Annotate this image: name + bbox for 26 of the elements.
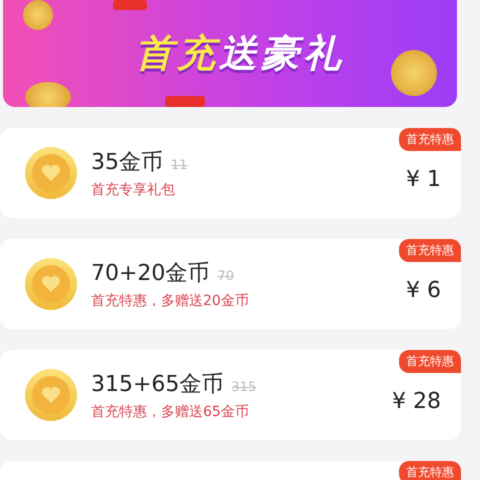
promo-tag: 首充特惠 [399, 239, 461, 262]
package-subtitle: 首充特惠，多赠送20金币 [91, 292, 250, 310]
original-price: 11 [171, 158, 188, 173]
promo-tag: 首充特惠 [399, 461, 461, 480]
package-title: 70+20金币 [91, 260, 210, 288]
coin-icon [23, 0, 53, 30]
promo-tag: 首充特惠 [399, 350, 461, 373]
package-card[interactable]: 首充特惠 315+65金币 315 首充特惠，多赠送65金币 ¥ 28 [0, 350, 461, 440]
coin-icon [391, 50, 437, 96]
promo-tag: 首充特惠 [399, 128, 461, 151]
original-price: 70 [217, 269, 234, 284]
banner-title: 首充送豪礼 [134, 30, 345, 77]
package-title: 35金币 [91, 149, 163, 177]
original-price: 315 [231, 380, 256, 395]
coin-icon [25, 82, 71, 107]
envelope-icon [165, 96, 205, 107]
package-card[interactable]: 首充特惠 70+20金币 70 首充特惠，多赠送20金币 ¥ 6 [0, 239, 461, 329]
package-subtitle: 首充专享礼包 [91, 181, 176, 199]
price: ¥ 1 [406, 166, 441, 192]
package-card[interactable]: 首充特惠 35金币 11 首充专享礼包 ¥ 1 [0, 128, 461, 218]
package-title: 315+65金币 [91, 371, 224, 399]
price: ¥ 28 [392, 388, 441, 414]
package-card[interactable]: 首充特惠 [0, 461, 461, 480]
envelope-icon [113, 0, 147, 10]
package-subtitle: 首充特惠，多赠送65金币 [91, 403, 250, 421]
price: ¥ 6 [406, 276, 441, 302]
